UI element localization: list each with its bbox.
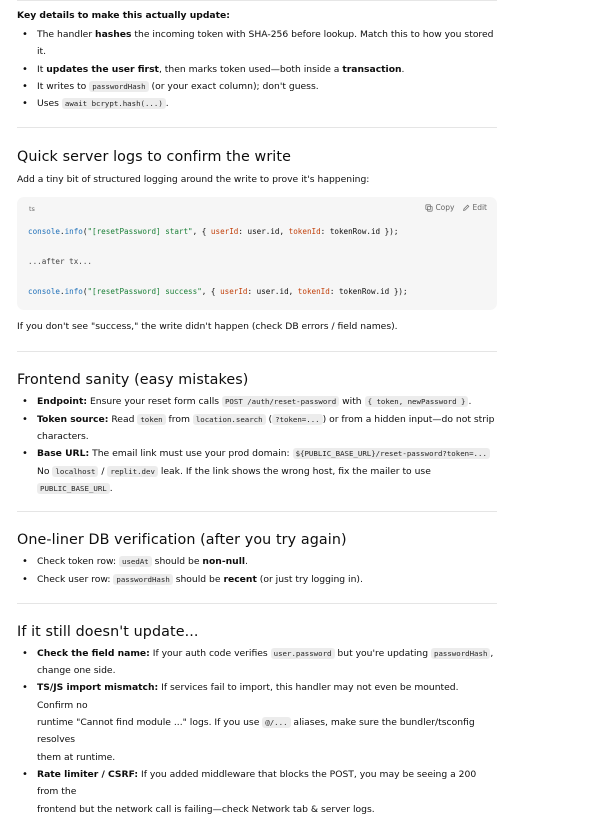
still-list: Check the field name: If your auth code … xyxy=(17,645,497,818)
list-item: Check user row: passwordHash should be r… xyxy=(17,571,497,589)
list-item: Endpoint: Ensure your reset form calls P… xyxy=(17,393,497,411)
db-list: Check token row: usedAt should be non-nu… xyxy=(17,553,497,588)
section-divider xyxy=(17,602,497,604)
section-divider xyxy=(17,127,497,129)
inline-code: passwordHash xyxy=(89,80,149,92)
edit-button[interactable]: Edit xyxy=(462,203,487,212)
inline-code: passwordHash xyxy=(431,647,491,659)
inline-code: ${PUBLIC_BASE_URL}/reset-password?token=… xyxy=(292,448,490,460)
inline-code: PUBLIC_BASE_URL xyxy=(37,482,110,494)
list-item: TS/JS import mismatch: If services fail … xyxy=(17,679,497,765)
list-item: Check the field name: If your auth code … xyxy=(17,645,497,680)
section-heading: Frontend sanity (easy mistakes) xyxy=(17,372,249,389)
copy-button[interactable]: Copy xyxy=(425,203,454,212)
list-item: Base URL: The email link must use your p… xyxy=(17,445,497,497)
list-item: Check token row: usedAt should be non-nu… xyxy=(17,553,497,571)
code-language-label: ts xyxy=(29,205,35,214)
inline-code: await bcrypt.hash(...) xyxy=(61,98,166,110)
inline-code: { token, newPassword } xyxy=(364,396,469,408)
inline-code: token xyxy=(137,413,166,425)
inline-code: ?token=... xyxy=(272,413,323,425)
key-details-list: The handler hashes the incoming token wi… xyxy=(17,26,497,113)
code-line: console.info("[resetPassword] success", … xyxy=(28,287,408,297)
section-heading: Quick server logs to confirm the write xyxy=(17,149,291,166)
section-heading: One-liner DB verification (after you try… xyxy=(17,532,347,549)
code-line: console.info("[resetPassword] start", { … xyxy=(28,227,399,237)
section-divider xyxy=(17,511,497,513)
inline-code: usedAt xyxy=(119,556,152,568)
inline-code: user.password xyxy=(270,647,335,659)
code-block: ts Copy Edit console.info("[resetPasswor… xyxy=(17,197,497,311)
list-item: It updates the user first, then marks to… xyxy=(17,61,497,79)
code-line: ...after tx... xyxy=(28,257,93,267)
message-content: Key details to make this actually update… xyxy=(17,0,497,818)
frontend-list: Endpoint: Ensure your reset form calls P… xyxy=(17,393,497,497)
list-item: Uses await bcrypt.hash(...). xyxy=(17,95,497,113)
inline-code: @/... xyxy=(262,717,291,729)
pencil-icon xyxy=(463,204,470,211)
section-heading: If it still doesn't update... xyxy=(17,623,199,640)
inline-code: POST /auth/reset-password xyxy=(221,396,340,408)
chat-message: Key details to make this actually update… xyxy=(0,0,613,815)
list-item: It writes to passwordHash (or your exact… xyxy=(17,78,497,96)
logs-outro: If you don't see "success," the write di… xyxy=(17,321,398,333)
code-toolbar: Copy Edit xyxy=(425,203,487,212)
inline-code: replit.dev xyxy=(107,465,158,477)
inline-code: localhost xyxy=(52,465,99,477)
key-details-lead: Key details to make this actually update… xyxy=(17,10,230,21)
list-item: The handler hashes the incoming token wi… xyxy=(17,26,497,61)
section-divider xyxy=(17,351,497,353)
list-item: Token source: Read token from location.s… xyxy=(17,411,497,446)
logs-intro: Add a tiny bit of structured logging aro… xyxy=(17,174,370,186)
inline-code: passwordHash xyxy=(113,573,173,585)
copy-icon xyxy=(425,204,434,212)
inline-code: location.search xyxy=(192,413,266,425)
